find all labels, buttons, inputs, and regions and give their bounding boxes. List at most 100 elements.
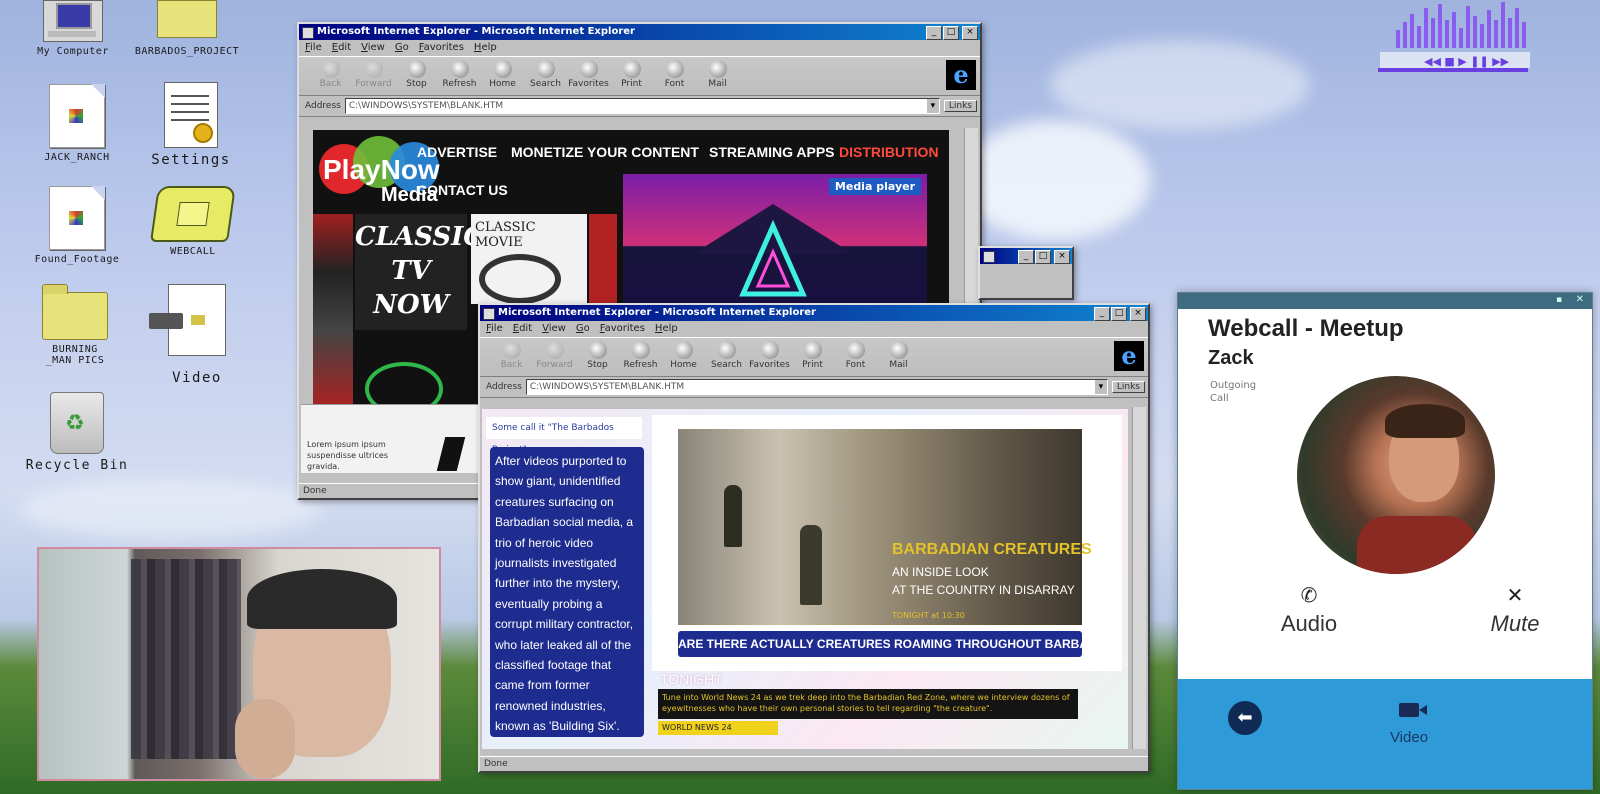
close-button[interactable]: ×	[962, 26, 978, 40]
background-window-stub[interactable]: _ □ ×	[978, 246, 1074, 300]
search-button[interactable]: Search	[524, 57, 567, 95]
minimize-button[interactable]: _	[1094, 307, 1110, 321]
menu-bar: File Edit View Go Favorites Help	[480, 321, 1148, 337]
stop-button[interactable]: Stop	[395, 57, 438, 95]
neon-triangle-graphic	[693, 204, 853, 297]
tool-label: Print	[802, 360, 823, 370]
desktop-icon-label: WEBCALL	[170, 246, 216, 257]
desktop-icon-recycle-bin[interactable]: ♻ Recycle Bin	[22, 392, 132, 473]
desktop-icon-webcall[interactable]: WEBCALL	[138, 186, 248, 257]
menu-view[interactable]: View	[361, 40, 385, 56]
desktop-icon-jack-ranch[interactable]: JACK_RANCH	[22, 84, 132, 163]
favorites-button[interactable]: Favorites	[748, 338, 791, 376]
video-frame[interactable]: BARBADIAN CREATURES AN INSIDE LOOK AT TH…	[678, 429, 1092, 625]
phone-icon: ✆	[1300, 583, 1318, 607]
desktop-icon-label: Recycle Bin	[25, 458, 129, 473]
desktop-icon-settings[interactable]: Settings	[136, 82, 246, 168]
links-button[interactable]: Links	[943, 100, 977, 112]
mute-button[interactable]: ✕ Mute	[1470, 583, 1560, 637]
menu-go[interactable]: Go	[576, 321, 590, 337]
folder-icon	[42, 284, 108, 340]
menu-help[interactable]: Help	[474, 40, 497, 56]
question-banner[interactable]: ARE THERE ACTUALLY CREATURES ROAMING THR…	[678, 631, 1082, 657]
classic-tv-banner[interactable]: CLASSIC TV NOW	[355, 214, 484, 330]
mail-button[interactable]: Mail	[696, 57, 739, 95]
desktop-icon-found-footage[interactable]: Found_Footage	[22, 186, 132, 265]
video-button[interactable]: Video	[1364, 703, 1454, 746]
media-player[interactable]: Media player	[623, 174, 927, 304]
forward-icon	[545, 341, 564, 359]
nav-streaming-apps[interactable]: STREAMING APPS	[709, 144, 835, 160]
minimize-button[interactable]: _	[926, 26, 942, 40]
menu-favorites[interactable]: Favorites	[419, 40, 464, 56]
webcall-window[interactable]: ▪ ✕ Webcall - Meetup Zack Outgoing Call …	[1177, 292, 1593, 790]
soldier-figure	[800, 525, 822, 605]
refresh-button[interactable]: Refresh	[438, 57, 481, 95]
hand	[235, 699, 295, 779]
desktop-icon-burning-man-pics[interactable]: BURNING _MAN PICS	[20, 284, 130, 366]
print-button[interactable]: Print	[791, 338, 834, 376]
webcall-title: Webcall - Meetup	[1208, 315, 1404, 342]
film-reel-icon	[479, 254, 561, 304]
nav-advertise[interactable]: ADVERTISE	[417, 144, 497, 160]
close-button[interactable]: ✕	[1576, 294, 1584, 305]
forward-button[interactable]: Forward	[533, 338, 576, 376]
search-icon	[717, 341, 736, 359]
forward-button[interactable]: Forward	[352, 57, 395, 95]
classic-movie-banner[interactable]: CLASSIC MOVIE	[471, 214, 587, 304]
back-button[interactable]: Back	[490, 338, 533, 376]
tool-label: Home	[670, 360, 697, 370]
refresh-button[interactable]: Refresh	[619, 338, 662, 376]
menu-edit[interactable]: Edit	[332, 40, 351, 56]
close-button[interactable]: ×	[1054, 250, 1070, 264]
nav-contact-us[interactable]: CONTACT US	[417, 182, 508, 198]
tool-label: Back	[500, 360, 523, 370]
browser-window-front[interactable]: Microsoft Internet Explorer - Microsoft …	[478, 303, 1150, 773]
desktop-icon-barbados-project[interactable]: BARBADOS_PROJECT	[132, 0, 242, 57]
menu-file[interactable]: File	[305, 40, 322, 56]
stop-button[interactable]: Stop	[576, 338, 619, 376]
maximize-button[interactable]: □	[1111, 307, 1127, 321]
maximize-button[interactable]: □	[943, 26, 959, 40]
collage-tile-red	[589, 214, 617, 304]
desktop-icon-video[interactable]: Video	[142, 284, 252, 386]
tool-label: Forward	[355, 79, 392, 89]
video-headline: BARBADIAN CREATURES	[892, 541, 1092, 558]
soldier-figure	[724, 485, 742, 547]
folder-icon	[157, 0, 217, 38]
menu-go[interactable]: Go	[395, 40, 409, 56]
minimize-button[interactable]: ▪	[1556, 295, 1566, 305]
address-input[interactable]: C:\WINDOWS\SYSTEM\BLANK.HTM	[344, 98, 940, 114]
nav-monetize[interactable]: MONETIZE YOUR CONTENT	[511, 144, 699, 160]
refresh-icon	[450, 60, 469, 78]
menu-file[interactable]: File	[486, 321, 503, 337]
close-button[interactable]: ×	[1130, 307, 1146, 321]
favorites-button[interactable]: Favorites	[567, 57, 610, 95]
maximize-button[interactable]: □	[1035, 250, 1051, 264]
video-player[interactable]: BARBADIAN CREATURES AN INSIDE LOOK AT TH…	[652, 415, 1122, 671]
home-button[interactable]: Home	[481, 57, 524, 95]
mail-button[interactable]: Mail	[877, 338, 920, 376]
audio-button[interactable]: ✆ Audio	[1264, 583, 1354, 637]
menu-view[interactable]: View	[542, 321, 566, 337]
search-button[interactable]: Search	[705, 338, 748, 376]
font-button[interactable]: Font	[653, 57, 696, 95]
vertical-scrollbar[interactable]	[1132, 407, 1146, 749]
font-button[interactable]: Font	[834, 338, 877, 376]
back-arrow-button[interactable]: ⬅	[1228, 701, 1262, 735]
minimize-button[interactable]: _	[1018, 250, 1034, 264]
tool-label: Mail	[708, 79, 727, 89]
status-bar: Done	[480, 756, 1148, 771]
address-input[interactable]: C:\WINDOWS\SYSTEM\BLANK.HTM	[525, 379, 1108, 395]
menu-help[interactable]: Help	[655, 321, 678, 337]
nav-distribution[interactable]: DISTRIBUTION	[839, 144, 939, 160]
menu-favorites[interactable]: Favorites	[600, 321, 645, 337]
print-icon	[622, 60, 641, 78]
tool-label: Favorites	[749, 360, 790, 370]
links-button[interactable]: Links	[1111, 381, 1145, 393]
menu-edit[interactable]: Edit	[513, 321, 532, 337]
home-button[interactable]: Home	[662, 338, 705, 376]
print-button[interactable]: Print	[610, 57, 653, 95]
back-button[interactable]: Back	[309, 57, 352, 95]
desktop-icon-my-computer[interactable]: My Computer	[18, 0, 128, 57]
